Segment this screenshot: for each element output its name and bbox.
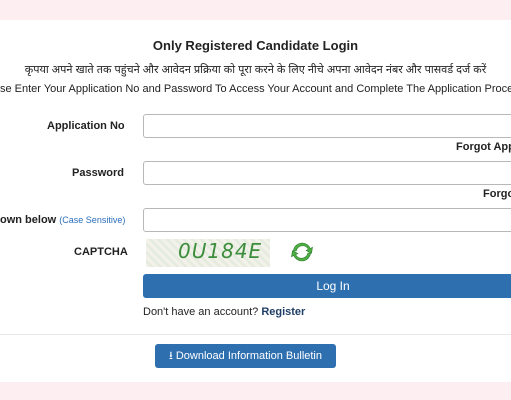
captcha-text: 0U184E <box>178 239 263 263</box>
english-instruction: se Enter Your Application No and Passwor… <box>0 83 511 95</box>
captcha-input-label: own below (Case Sensitive) <box>0 214 125 226</box>
divider <box>0 334 511 335</box>
hindi-instruction: कृपया अपने खाते तक पहुंचने और आवेदन प्रक… <box>24 64 487 76</box>
page-title: Only Registered Candidate Login <box>152 38 359 53</box>
case-sensitive-note: (Case Sensitive) <box>59 215 126 225</box>
captcha-input-label-text: own below <box>0 214 57 226</box>
download-bulletin-button[interactable]: ⭳ Download Information Bulletin <box>155 344 336 368</box>
forgot-password-link[interactable]: Forgo <box>483 188 511 200</box>
application-no-input[interactable] <box>143 114 511 138</box>
login-button[interactable]: Log In <box>143 274 511 298</box>
login-card: Only Registered Candidate Login कृपया अप… <box>0 20 511 382</box>
download-icon: ⭳ <box>169 350 173 362</box>
register-link[interactable]: Register <box>261 306 305 318</box>
download-bulletin-label: Download Information Bulletin <box>175 350 322 362</box>
refresh-icon[interactable] <box>290 240 314 264</box>
password-label: Password <box>72 167 124 179</box>
no-account-text: Don't have an account? <box>143 306 259 318</box>
forgot-application-link[interactable]: Forgot App <box>456 141 511 153</box>
application-no-label: Application No <box>47 120 125 132</box>
captcha-label: CAPTCHA <box>74 246 128 258</box>
captcha-input[interactable] <box>143 208 511 232</box>
register-line: Don't have an account? Register <box>143 306 305 318</box>
english-instruction-text: se Enter Your Application No and Passwor… <box>0 83 511 95</box>
password-input[interactable] <box>143 161 511 185</box>
